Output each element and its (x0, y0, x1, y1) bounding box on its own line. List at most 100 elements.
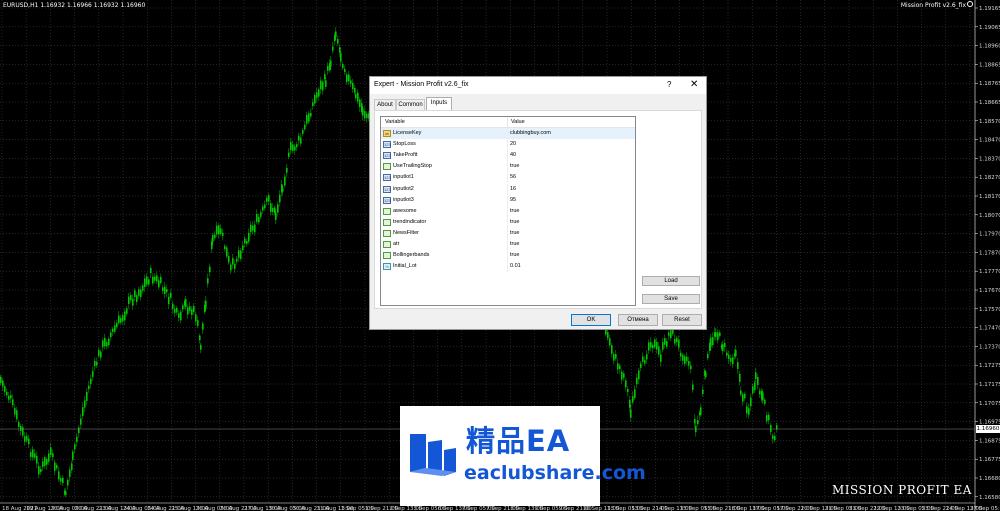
variable-name: inputlot1 (393, 174, 414, 181)
table-row[interactable]: 123 TakeProfit 40 (381, 150, 635, 162)
inputs-panel: Variable Value ab LicenseKey clubbingbuy.c… (374, 110, 702, 309)
price-tick-label: 1.18665 (979, 100, 1000, 106)
dialog-title: Expert - Mission Profit v2.6_fix (374, 81, 469, 88)
table-row[interactable]: 123 inputlot1 56 (381, 172, 635, 184)
variable-name: trendindicator (393, 218, 427, 225)
integer-type-icon: 123 (383, 196, 391, 204)
integer-type-icon: 123 (383, 174, 391, 182)
price-tick-label: 1.18570 (979, 119, 1000, 125)
variable-name: TakeProfit (393, 152, 418, 159)
column-variable[interactable]: Variable (385, 119, 405, 125)
price-tick-label: 1.16580 (979, 495, 1000, 501)
inputs-table[interactable]: Variable Value ab LicenseKey clubbingbuy.c… (380, 116, 636, 306)
variable-name: inputlot2 (393, 185, 414, 192)
price-tick-label: 1.17175 (979, 382, 1000, 388)
table-row[interactable]: 123 inputlot3 95 (381, 194, 635, 206)
variable-name: Bollingerbands (393, 252, 430, 259)
close-icon[interactable]: ✕ (690, 79, 698, 90)
boolean-type-icon (383, 163, 391, 171)
boolean-type-icon (383, 207, 391, 215)
table-row[interactable]: awesome true (381, 205, 635, 217)
table-row[interactable]: ab LicenseKey clubbingbuy.com (381, 128, 635, 139)
price-tick-label: 1.17370 (979, 344, 1000, 350)
variable-name: StopLoss (393, 141, 416, 148)
price-tick-label: 1.17275 (979, 363, 1000, 369)
price-tick-label: 1.18960 (979, 44, 1000, 50)
table-row[interactable]: atr true (381, 239, 635, 250)
price-tick-label: 1.16875 (979, 438, 1000, 444)
table-row[interactable]: 123 inputlot2 16 (381, 183, 635, 195)
price-tick-label: 1.18370 (979, 156, 1000, 162)
variable-name: LicenseKey (393, 130, 422, 136)
string-type-icon: ab (383, 130, 391, 137)
variable-value[interactable]: true (510, 163, 519, 169)
ok-button[interactable]: OK (571, 314, 611, 326)
price-tick-label: 1.17770 (979, 269, 1000, 275)
price-tick-label: 1.17075 (979, 401, 1000, 407)
table-row[interactable]: ½ Initial_Lot 0.01 (381, 261, 635, 273)
variable-value[interactable]: 40 (510, 152, 516, 158)
price-tick-label: 1.18270 (979, 175, 1000, 181)
tab-common[interactable]: Common (396, 99, 425, 110)
price-tick-label: 1.17870 (979, 250, 1000, 256)
price-tick-label: 1.17570 (979, 307, 1000, 313)
variable-value[interactable]: clubbingbuy.com (510, 130, 551, 136)
variable-value[interactable]: 20 (510, 141, 516, 147)
table-row[interactable]: Bollingerbands true (381, 250, 635, 262)
column-value[interactable]: Value (511, 119, 525, 125)
table-row[interactable]: NewsFilter true (381, 227, 635, 239)
reset-button[interactable]: Reset (662, 314, 702, 326)
integer-type-icon: 123 (383, 152, 391, 160)
variable-value[interactable]: 95 (510, 197, 516, 203)
table-row[interactable]: trendindicator true (381, 216, 635, 228)
boolean-type-icon (383, 252, 391, 260)
logo-url: eaclubshare.com (464, 462, 646, 484)
variable-value[interactable]: true (510, 252, 519, 258)
price-tick-label: 1.19065 (979, 25, 1000, 31)
variable-name: Initial_Lot (393, 263, 417, 270)
save-button[interactable]: Save (642, 294, 700, 304)
smiley-icon (967, 1, 973, 7)
site-logo: 精品EA eaclubshare.com (400, 406, 646, 506)
price-tick-label: 1.18765 (979, 81, 1000, 87)
price-tick-label: 1.17970 (979, 232, 1000, 238)
symbol-info: EURUSD,H1 1.16932 1.16966 1.16932 1.1696… (3, 2, 146, 9)
tab-inputs[interactable]: Inputs (426, 97, 452, 110)
table-row[interactable]: UseTrailingStop true (381, 161, 635, 173)
cancel-button[interactable]: Отмена (618, 314, 658, 326)
variable-name: NewsFilter (393, 229, 419, 236)
logo-title: 精品EA (466, 424, 571, 458)
price-tick-label: 1.18470 (979, 138, 1000, 144)
price-tick-label: 1.16775 (979, 457, 1000, 463)
integer-type-icon: 123 (383, 185, 391, 193)
expert-label: Mission Profit v2.6_fix (900, 2, 966, 9)
variable-value[interactable]: true (510, 230, 519, 236)
help-button[interactable]: ? (667, 80, 671, 89)
time-tick-label: 27 Sep 05:00 (970, 506, 1000, 511)
price-tick-label: 1.18865 (979, 62, 1000, 68)
table-row[interactable]: 123 StopLoss 20 (381, 139, 635, 151)
watermark-text: MISSION PROFIT EA (832, 483, 972, 497)
dialog-title-bar[interactable]: Expert - Mission Profit v2.6_fix ? ✕ (370, 77, 706, 94)
variable-name: inputlot3 (393, 196, 414, 203)
variable-value[interactable]: true (510, 219, 519, 225)
variable-value[interactable]: true (510, 208, 519, 214)
load-button[interactable]: Load (642, 276, 700, 286)
price-tick-label: 1.19165 (979, 6, 1000, 12)
books-icon (410, 434, 456, 476)
price-tick-label: 1.17470 (979, 326, 1000, 332)
variable-value[interactable]: 16 (510, 186, 516, 192)
price-tick-label: 1.16680 (979, 476, 1000, 482)
variable-name: atr (393, 241, 400, 247)
price-tick-label: 1.17670 (979, 288, 1000, 294)
integer-type-icon: 123 (383, 141, 391, 149)
variable-value[interactable]: true (510, 241, 519, 247)
boolean-type-icon (383, 218, 391, 226)
double-type-icon: ½ (383, 263, 391, 271)
time-axis: 18 Aug 202119 Aug 13:0020 Aug 05:0020 Au… (2, 506, 1000, 511)
current-price-tag: 1.16960 (976, 425, 1000, 433)
price-tick-label: 1.18170 (979, 194, 1000, 200)
variable-value[interactable]: 56 (510, 174, 516, 180)
variable-value[interactable]: 0.01 (510, 263, 521, 269)
tab-about[interactable]: About (374, 99, 396, 110)
